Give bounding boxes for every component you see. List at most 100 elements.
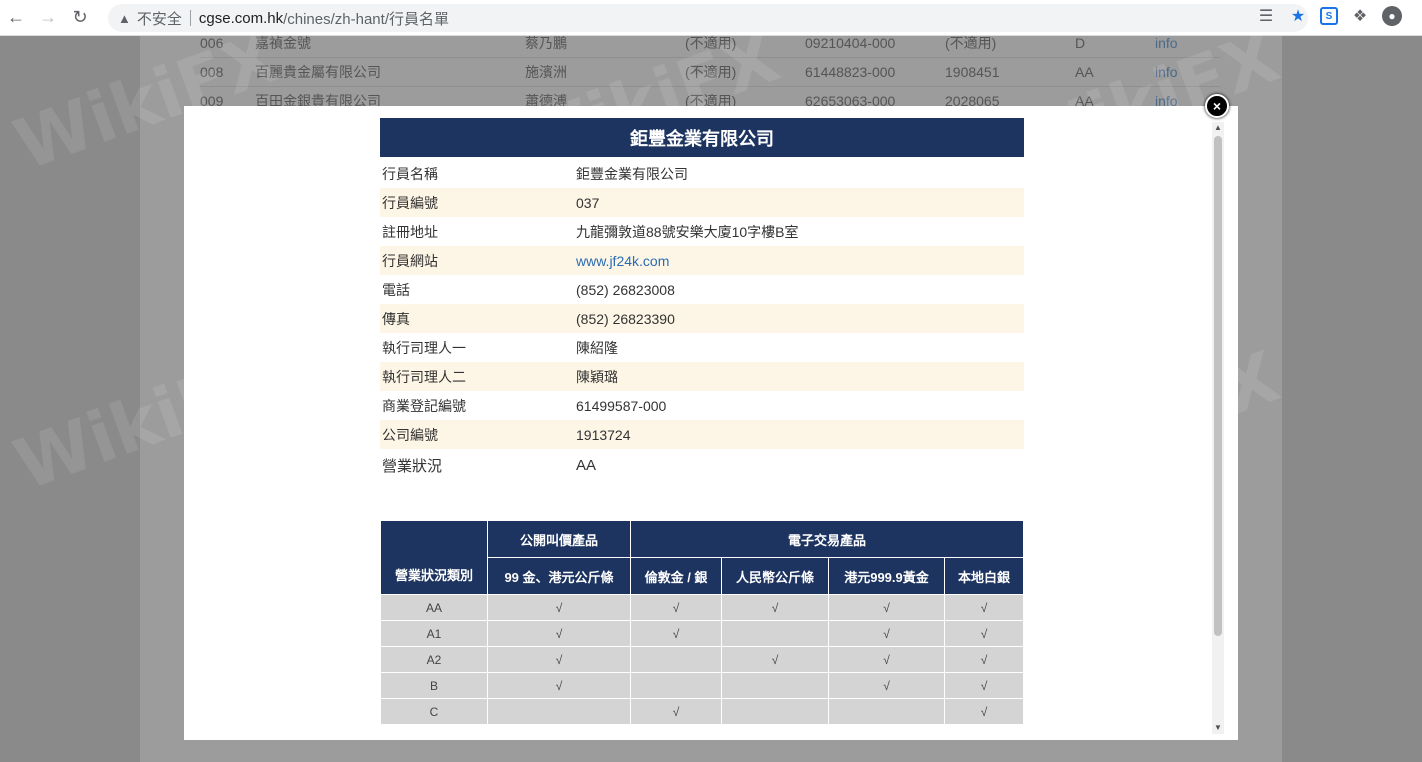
background-cell: 百麗貴金屬有限公司 xyxy=(255,64,381,80)
info-row: 公司編號 1913724 xyxy=(380,420,1024,449)
background-cell: 61448823-000 xyxy=(805,64,896,80)
info-row: 行員網站 www.jf24k.com xyxy=(380,246,1024,275)
status-check-cell: √ xyxy=(944,646,1024,673)
url-host: cgse.com.hk xyxy=(198,9,284,27)
info-label: 行員編號 xyxy=(382,194,438,211)
status-category-header: 營業狀況類別 xyxy=(380,520,488,595)
status-row: C √ √ xyxy=(380,698,1024,725)
status-check-cell: √ xyxy=(828,672,945,699)
info-label: 執行司理人一 xyxy=(382,339,466,356)
scroll-up-icon[interactable]: ▲ xyxy=(1212,122,1224,134)
status-check-cell: √ xyxy=(944,620,1024,647)
status-check-cell xyxy=(721,698,829,725)
security-warning: 不安全 xyxy=(136,10,182,28)
status-check-cell xyxy=(630,646,722,673)
info-row: 營業狀況 AA xyxy=(380,449,1024,481)
status-check-cell: √ xyxy=(721,594,829,621)
background-cell: 008 xyxy=(200,64,224,80)
status-check-cell xyxy=(630,672,722,699)
background-cell: 1908451 xyxy=(945,64,1000,80)
background-cell: 蔡乃鵬 xyxy=(525,35,567,51)
star-icon[interactable]: ★ xyxy=(1288,6,1308,26)
status-check-cell: √ xyxy=(630,698,722,725)
info-label: 註冊地址 xyxy=(382,223,438,240)
extension-icon[interactable]: S xyxy=(1320,7,1338,25)
info-value: 1913724 xyxy=(576,426,631,443)
status-row: A1 √ √ √ √ xyxy=(380,620,1024,647)
open-outcry-header: 公開叫價產品 xyxy=(487,520,631,558)
info-row: 行員名稱 鉅豐金業有限公司 xyxy=(380,159,1024,188)
status-check-cell: √ xyxy=(487,594,631,621)
info-row: 行員編號 037 xyxy=(380,188,1024,217)
url-path: /chines/zh-hant/行員名單 xyxy=(283,10,449,28)
status-check-cell xyxy=(487,698,631,725)
scroll-thumb[interactable] xyxy=(1214,136,1222,636)
info-label: 行員名稱 xyxy=(382,165,438,182)
back-arrow-icon[interactable]: ← xyxy=(0,2,32,34)
member-info-list: 行員名稱 鉅豐金業有限公司 行員編號 037 註冊地址 九龍彌敦道88號安樂大廈10字樓B… xyxy=(380,159,1024,481)
address-separator xyxy=(189,10,191,26)
status-check-cell xyxy=(721,672,829,699)
status-check-cell: √ xyxy=(828,646,945,673)
electronic-trading-header: 電子交易產品 xyxy=(630,520,1024,558)
modal-scrollbar[interactable]: ▲ ▼ xyxy=(1212,122,1224,734)
background-table-row: 008 百麗貴金屬有限公司 施濱洲 (不適用) 61448823-000 1908451 A… xyxy=(200,58,1220,87)
info-row: 商業登記編號 61499587-000 xyxy=(380,391,1024,420)
status-category: B xyxy=(380,672,488,699)
translate-icon[interactable]: ☰ xyxy=(1256,6,1276,26)
background-cell: (不適用) xyxy=(945,35,997,51)
member-detail-modal: 鉅豐金業有限公司 行員名稱 鉅豐金業有限公司 行員編號 037 註冊地址 九龍彌敦道88號… xyxy=(184,106,1238,740)
info-link[interactable]: info xyxy=(1155,35,1215,51)
status-check-cell: √ xyxy=(630,620,722,647)
address-bar[interactable]: ▲ 不安全 cgse.com.hk /chines/zh-hant/行員名單 xyxy=(108,4,1308,32)
info-value: 61499587-000 xyxy=(576,397,667,414)
reload-icon[interactable]: ↻ xyxy=(64,2,96,34)
status-category: AA xyxy=(380,594,488,621)
scroll-down-icon[interactable]: ▼ xyxy=(1212,722,1224,734)
puzzle-icon[interactable]: ❖ xyxy=(1350,6,1370,26)
business-status-table: 營業狀況類別 公開叫價產品 電子交易產品 99 金、港元公斤條 倫敦金 / 銀人民… xyxy=(380,520,1024,725)
forward-arrow-icon[interactable]: → xyxy=(32,2,64,34)
background-cell: 施濱洲 xyxy=(525,64,567,80)
product-column-header: 本地白銀 xyxy=(944,557,1024,595)
status-check-cell: √ xyxy=(721,646,829,673)
info-label: 商業登記編號 xyxy=(382,397,466,414)
info-label: 傳真 xyxy=(382,310,410,327)
product-column-header: 倫敦金 / 銀 xyxy=(630,557,722,595)
background-cell: AA xyxy=(1075,64,1094,80)
product-column-header: 人民幣公斤條 xyxy=(721,557,829,595)
info-value: (852) 26823390 xyxy=(576,310,675,327)
status-category: A1 xyxy=(380,620,488,647)
close-icon[interactable]: × xyxy=(1205,94,1229,118)
modal-title: 鉅豐金業有限公司 xyxy=(380,118,1024,157)
info-value: 陳穎璐 xyxy=(576,368,618,385)
status-category: C xyxy=(380,698,488,725)
profile-icon[interactable]: ● xyxy=(1382,6,1402,26)
info-value: (852) 26823008 xyxy=(576,281,675,298)
info-row: 電話 (852) 26823008 xyxy=(380,275,1024,304)
toolbar-right-icons: ☰ ★ S ❖ ● xyxy=(1256,6,1402,26)
info-value: 九龍彌敦道88號安樂大廈10字樓B室 xyxy=(576,223,799,240)
info-value: 陳紹隆 xyxy=(576,339,618,356)
info-label: 公司編號 xyxy=(382,426,438,443)
warning-icon: ▲ xyxy=(118,10,131,26)
website-link[interactable]: www.jf24k.com xyxy=(576,253,1024,269)
product-column-header: 港元999.9黃金 xyxy=(828,557,945,595)
background-table-row: 006 嘉禎金號 蔡乃鵬 (不適用) 09210404-000 (不適用) Dinfo xyxy=(200,29,1220,58)
background-cell: 006 xyxy=(200,35,224,51)
info-label: 營業狀況 xyxy=(382,457,443,475)
background-cell: 嘉禎金號 xyxy=(255,35,311,51)
info-row: 傳真 (852) 26823390 xyxy=(380,304,1024,333)
status-check-cell: √ xyxy=(828,620,945,647)
status-check-cell: √ xyxy=(487,672,631,699)
info-row: 註冊地址 九龍彌敦道88號安樂大廈10字樓B室 xyxy=(380,217,1024,246)
background-cell: (不適用) xyxy=(685,64,737,80)
info-value: AA xyxy=(576,456,597,474)
info-link[interactable]: info xyxy=(1155,64,1215,80)
status-row: A2 √ √ √ √ xyxy=(380,646,1024,673)
status-check-cell: √ xyxy=(944,594,1024,621)
status-check-cell: √ xyxy=(487,620,631,647)
status-check-cell xyxy=(828,698,945,725)
status-row: AA √ √ √ √ √ xyxy=(380,594,1024,621)
info-row: 執行司理人二 陳穎璐 xyxy=(380,362,1024,391)
